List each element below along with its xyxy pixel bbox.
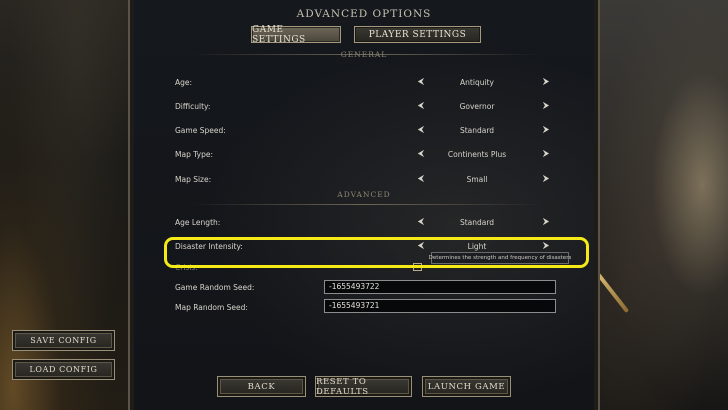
age-length-next-arrow-icon[interactable]: ⮞ (541, 217, 551, 227)
save-config-button[interactable]: SAVE CONFIG (12, 330, 115, 351)
difficulty-next-arrow-icon[interactable]: ⮞ (541, 101, 551, 111)
map-size-prev-arrow-icon[interactable]: ⮜ (416, 174, 426, 184)
map-type-next-arrow-icon[interactable]: ⮞ (541, 149, 551, 159)
setting-label-difficulty: Difficulty: (175, 102, 211, 111)
game-random-seed-label: Game Random Seed: (175, 283, 255, 292)
game-speed-prev-arrow-icon[interactable]: ⮜ (416, 125, 426, 135)
tab-game-settings[interactable]: GAME SETTINGS (251, 25, 341, 45)
back-button[interactable]: BACK (217, 376, 306, 397)
map-type-prev-arrow-icon[interactable]: ⮜ (416, 149, 426, 159)
age-next-arrow-icon[interactable]: ⮞ (541, 77, 551, 87)
section-advanced-title: ADVANCED (337, 190, 391, 199)
game-random-seed-input[interactable]: -1655493722 (324, 280, 556, 294)
load-config-button[interactable]: LOAD CONFIG (12, 359, 115, 380)
setting-label-map-type: Map Type: (175, 150, 213, 159)
tab-player-settings[interactable]: PLAYER SETTINGS (354, 26, 481, 43)
launch-game-button[interactable]: LAUNCH GAME (422, 376, 511, 397)
setting-label-age-length: Age Length: (175, 218, 221, 227)
setting-value-age: Antiquity (460, 78, 494, 87)
age-prev-arrow-icon[interactable]: ⮜ (416, 77, 426, 87)
setting-label-age: Age: (175, 78, 193, 87)
background-art-right (600, 0, 728, 410)
advanced-options-panel: ADVANCED OPTIONS GAME SETTINGS PLAYER SE… (128, 0, 600, 410)
setting-label-map-size: Map Size: (175, 175, 212, 184)
game-speed-next-arrow-icon[interactable]: ⮞ (541, 125, 551, 135)
setting-value-age-length: Standard (459, 218, 495, 227)
setting-label-game-speed: Game Speed: (175, 126, 226, 135)
map-random-seed-input[interactable]: -1655493721 (324, 299, 556, 313)
panel-title: ADVANCED OPTIONS (296, 8, 432, 20)
setting-value-map-type: Continents Plus (447, 150, 507, 159)
setting-value-map-size: Small (466, 175, 488, 184)
highlight-box (164, 237, 589, 268)
setting-value-game-speed: Standard (459, 126, 495, 135)
reset-to-defaults-button[interactable]: RESET TO DEFAULTS (315, 376, 412, 397)
map-random-seed-label: Map Random Seed: (175, 303, 248, 312)
section-general-title: GENERAL (340, 50, 388, 59)
setting-value-difficulty: Governor (459, 102, 495, 111)
map-size-next-arrow-icon[interactable]: ⮞ (541, 174, 551, 184)
age-length-prev-arrow-icon[interactable]: ⮜ (416, 217, 426, 227)
difficulty-prev-arrow-icon[interactable]: ⮜ (416, 101, 426, 111)
section-divider (190, 204, 542, 205)
